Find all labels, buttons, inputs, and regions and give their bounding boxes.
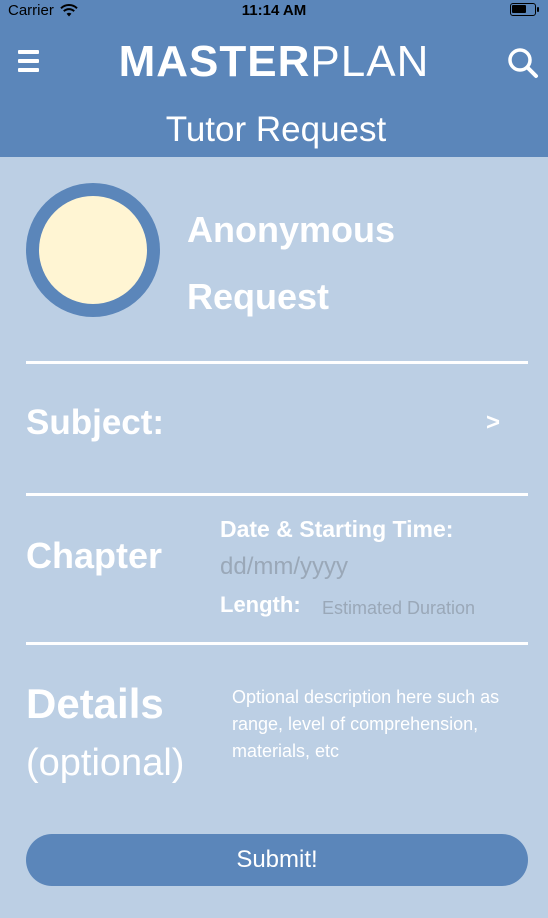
length-label: Length:: [220, 592, 301, 617]
app-logo: MASTERPLAN: [0, 38, 548, 86]
submit-button[interactable]: Submit!: [26, 834, 528, 886]
requester-name: Anonymous Request: [187, 196, 487, 330]
title-band: Tutor Request: [0, 103, 548, 157]
subject-label: Subject:: [26, 403, 165, 442]
brand-light: PLAN: [310, 37, 430, 86]
subject-selector[interactable]: Subject: >: [26, 395, 528, 455]
divider: [26, 361, 528, 364]
top-bar: Carrier 11:14 AM MASTERPLAN: [0, 0, 548, 103]
duration-input[interactable]: [322, 595, 522, 621]
details-label: Details: [26, 680, 164, 727]
requester-name-line1: Anonymous: [187, 209, 396, 250]
search-icon[interactable]: [506, 46, 540, 80]
datetime-label: Date & Starting Time:: [220, 516, 454, 542]
requester-name-line2: Request: [187, 276, 330, 317]
divider: [26, 642, 528, 645]
divider: [26, 493, 528, 496]
avatar-image: [39, 196, 147, 304]
page-title: Tutor Request: [148, 103, 404, 157]
chevron-right-icon: >: [485, 409, 500, 436]
avatar[interactable]: [26, 183, 160, 317]
status-bar: Carrier 11:14 AM: [0, 0, 548, 24]
details-optional-label: (optional): [26, 742, 185, 784]
status-time: 11:14 AM: [241, 2, 307, 19]
battery-icon: [510, 3, 539, 16]
chapter-selector[interactable]: Chapter: [26, 535, 162, 577]
details-textarea[interactable]: [232, 684, 522, 784]
brand-bold: MASTER: [118, 37, 311, 86]
date-input[interactable]: [220, 550, 510, 584]
